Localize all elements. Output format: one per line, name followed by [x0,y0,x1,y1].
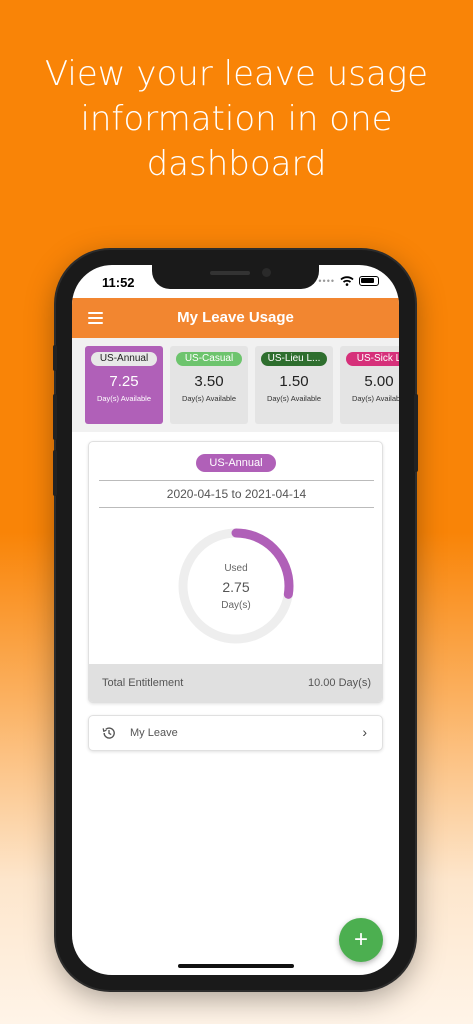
leave-card-value: 3.50 [194,373,224,390]
status-time: 11:52 [102,275,135,290]
used-value: 2.75 [222,579,250,595]
wifi-icon [340,276,354,286]
my-leave-label: My Leave [130,727,178,739]
app-bar: My Leave Usage [72,298,399,338]
leave-detail-card: US-Annual 2020-04-15 to 2021-04-14 Used … [88,441,383,703]
leave-card-label: US-Annual [91,352,157,366]
total-entitlement-row: Total Entitlement 10.00 Day(s) [89,664,382,702]
status-icons: •••• [318,276,379,286]
leave-card-value: 7.25 [109,373,139,390]
used-label: Used [224,563,248,574]
leave-card-sub: Day(s) Available [96,394,152,403]
phone-screen: 11:52 •••• My Leave Usage US-Annual 7.25… [72,265,399,975]
donut-center: Used 2.75 Day(s) [176,526,296,646]
leave-type-badge: US-Annual [196,454,276,472]
leave-type-carousel[interactable]: US-Annual 7.25 Day(s) Available US-Casua… [72,338,399,432]
phone-volume-up [53,394,57,440]
divider [99,507,374,508]
headline-line-2: information in one [80,99,393,139]
notch [152,265,319,289]
headline-line-1: View your leave usage [44,54,429,94]
signal-dots-icon: •••• [318,276,335,286]
leave-card-label: US-Sick L [346,352,399,366]
total-entitlement-label: Total Entitlement [102,677,184,689]
battery-icon [359,276,379,286]
leave-card-sub: Day(s) Available [181,394,237,403]
headline-line-3: dashboard [146,144,327,184]
date-range: 2020-04-15 to 2021-04-14 [166,487,307,501]
phone-power-button [414,394,418,472]
speaker-grille [210,271,250,275]
phone-mute-switch [53,345,57,371]
chevron-right-icon: › [362,724,367,740]
leave-card-label: US-Lieu L... [261,352,327,366]
leave-card-us-casual[interactable]: US-Casual 3.50 Day(s) Available [170,346,248,424]
leave-card-sub: Day(s) Available [266,394,322,403]
leave-card-value: 5.00 [364,373,394,390]
add-leave-fab-button[interactable]: + [339,918,383,962]
leave-card-sub: Day(s) Available [351,394,399,403]
leave-card-us-sick[interactable]: US-Sick L 5.00 Day(s) Available [340,346,399,424]
divider [99,480,374,481]
page-title: My Leave Usage [177,309,294,326]
home-indicator [178,964,294,968]
leave-card-us-annual[interactable]: US-Annual 7.25 Day(s) Available [85,346,163,424]
front-camera [262,268,271,277]
my-leave-row[interactable]: My Leave › [88,715,383,751]
leave-card-us-lieu[interactable]: US-Lieu L... 1.50 Day(s) Available [255,346,333,424]
leave-card-label: US-Casual [176,352,242,366]
promo-headline: View your leave usage information in one… [0,52,473,187]
leave-card-value: 1.50 [279,373,309,390]
phone-volume-down [53,450,57,496]
history-icon [102,727,115,739]
used-unit: Day(s) [221,600,251,611]
total-entitlement-value: 10.00 Day(s) [308,677,371,689]
